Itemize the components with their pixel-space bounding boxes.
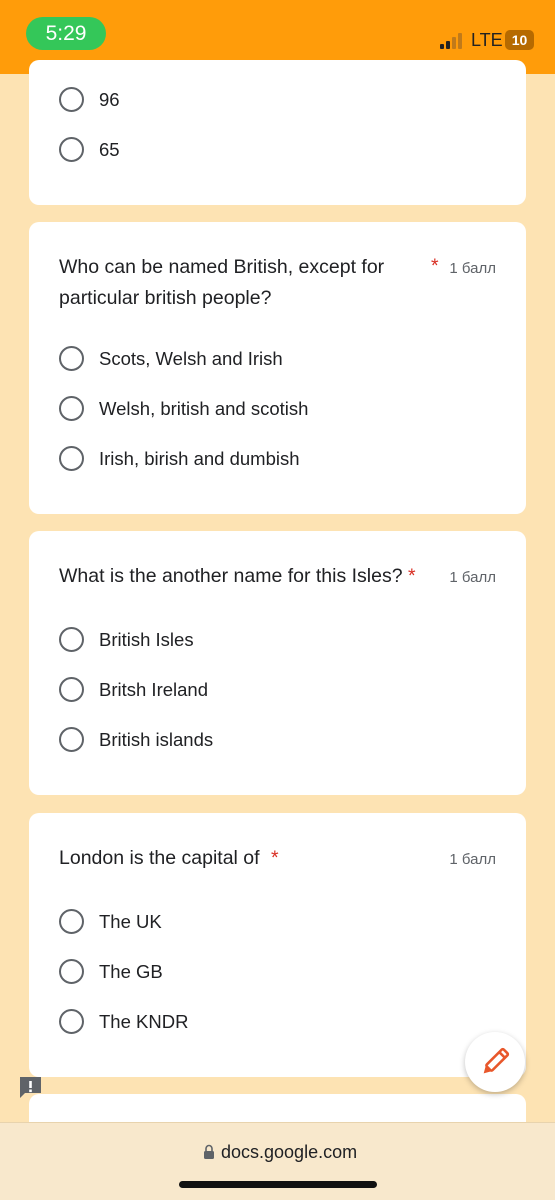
option-label: 96 — [99, 89, 120, 110]
network-type: LTE — [471, 30, 503, 50]
option-label: The GB — [99, 961, 163, 982]
browser-url-bar[interactable]: docs.google.com — [0, 1122, 555, 1200]
question-card-partial: 96 65 — [29, 60, 526, 205]
radio-button[interactable] — [59, 87, 84, 112]
question-text: What is the another name for this Isles? — [59, 565, 403, 587]
option-label: British Isles — [99, 629, 194, 650]
status-time: 5:29 — [26, 17, 106, 50]
battery-level: 10 — [511, 32, 528, 48]
radio-button[interactable] — [59, 446, 84, 471]
required-asterisk: * — [270, 847, 279, 869]
radio-button[interactable] — [59, 137, 84, 162]
radio-button[interactable] — [59, 959, 84, 984]
cellular-signal-icon — [440, 33, 466, 49]
points-label: 1 балл — [449, 851, 496, 868]
question-title: What is the another name for this Isles?… — [59, 561, 479, 592]
radio-button[interactable] — [59, 677, 84, 702]
url-text[interactable]: docs.google.com — [221, 1142, 357, 1163]
report-feedback-icon[interactable] — [17, 1074, 44, 1101]
question-card: Who can be named British, except for par… — [29, 222, 526, 514]
radio-button[interactable] — [59, 909, 84, 934]
option-label: The KNDR — [99, 1011, 189, 1032]
option-label: Welsh, british and scotish — [99, 398, 309, 419]
radio-button[interactable] — [59, 396, 84, 421]
question-title: London is the capital of * — [59, 843, 404, 874]
question-title: Who can be named British, except for par… — [59, 256, 385, 309]
radio-button[interactable] — [59, 627, 84, 652]
radio-button[interactable] — [59, 1009, 84, 1034]
option-label: Irish, birish and dumbish — [99, 448, 300, 469]
required-asterisk: * — [431, 255, 439, 277]
option-label: Scots, Welsh and Irish — [99, 348, 283, 369]
option-label: The UK — [99, 911, 162, 932]
edit-fab-button[interactable] — [465, 1032, 525, 1092]
option-label: Britsh Ireland — [99, 679, 208, 700]
points-label: 1 балл — [449, 260, 496, 277]
question-text: London is the capital of — [59, 847, 260, 869]
home-indicator[interactable] — [179, 1181, 377, 1188]
option-label: 65 — [99, 139, 120, 160]
edit-pencil-icon — [483, 1047, 510, 1074]
question-card: What is the another name for this Isles?… — [29, 531, 526, 795]
radio-button[interactable] — [59, 727, 84, 752]
required-asterisk: * — [408, 565, 416, 587]
radio-button[interactable] — [59, 346, 84, 371]
option-label: British islands — [99, 729, 214, 750]
points-label: 1 балл — [449, 569, 496, 586]
question-card: London is the capital of * 1 балл The UK… — [29, 813, 526, 1077]
lock-icon — [204, 1144, 214, 1159]
battery-icon: 10 — [505, 30, 534, 50]
